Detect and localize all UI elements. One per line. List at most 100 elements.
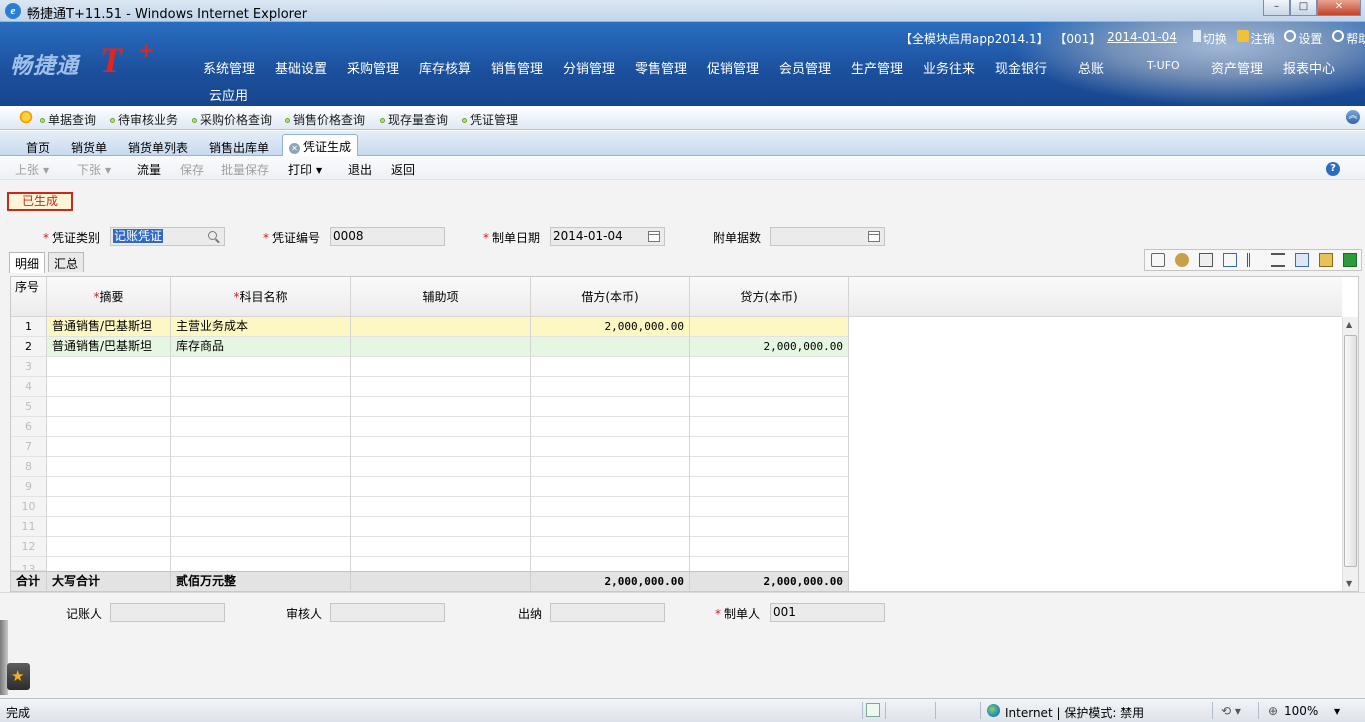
menu-promotion[interactable]: 促销管理: [707, 58, 759, 77]
menu-basic-settings[interactable]: 基础设置: [275, 58, 327, 77]
menu-retail[interactable]: 零售管理: [635, 58, 687, 77]
chevron-down-icon[interactable]: ▼: [1334, 707, 1340, 716]
back-button[interactable]: 返回: [391, 161, 415, 178]
attachments-field[interactable]: [770, 227, 885, 246]
paste-icon[interactable]: [1319, 253, 1333, 267]
insert-row-icon[interactable]: [1151, 253, 1165, 267]
settings-link[interactable]: 设置: [1298, 30, 1322, 47]
tab-voucher-generate[interactable]: ✕ 凭证生成: [282, 134, 359, 157]
table-cell-account[interactable]: 主营业务成本: [171, 317, 351, 337]
tab-sales-outbound[interactable]: 销售出库单: [203, 136, 275, 156]
menu-inventory[interactable]: 库存核算: [419, 58, 471, 77]
menu-purchase[interactable]: 采购管理: [347, 58, 399, 77]
quick-link-label: 销售价格查询: [293, 113, 366, 127]
logout-link[interactable]: 注销: [1251, 30, 1275, 47]
menu-reports[interactable]: 报表中心: [1283, 58, 1335, 77]
tab-sales-order-list[interactable]: 销货单列表: [122, 136, 194, 156]
tab-home[interactable]: 首页: [20, 136, 56, 156]
help-link[interactable]: 帮助: [1346, 30, 1365, 47]
help-icon[interactable]: ?: [1326, 162, 1340, 176]
table-cell-summary[interactable]: 普通销售/巴基斯坦: [47, 337, 171, 357]
scrollbar-thumb[interactable]: [1344, 335, 1357, 567]
next-record-button[interactable]: 下张 ▼: [77, 161, 111, 178]
table-cell-aux[interactable]: [351, 337, 531, 357]
print-button[interactable]: 打印 ▼: [288, 161, 322, 178]
quick-link-doc-query[interactable]: 单据查询: [40, 111, 96, 128]
sun-icon[interactable]: [18, 109, 34, 125]
maximize-button[interactable]: □: [1290, 0, 1317, 16]
search-icon[interactable]: [208, 231, 217, 240]
switch-link[interactable]: 切换: [1203, 30, 1227, 47]
quick-link-voucher-mgmt[interactable]: 凭证管理: [462, 111, 518, 128]
auditor-field[interactable]: [330, 603, 445, 622]
col-header-aux[interactable]: 辅助项: [351, 277, 531, 317]
security-zone[interactable]: Internet | 保护模式: 禁用: [1005, 704, 1144, 721]
menu-cash-bank[interactable]: 现金银行: [995, 58, 1047, 77]
maker-field[interactable]: 001: [770, 603, 885, 622]
table-cell-summary[interactable]: 普通销售/巴基斯坦: [47, 317, 171, 337]
voucher-type-field[interactable]: 记账凭证: [110, 227, 225, 246]
bookkeeper-field[interactable]: [110, 603, 225, 622]
table-cell-debit[interactable]: 2,000,000.00: [531, 317, 690, 337]
table-cell-credit[interactable]: [690, 317, 849, 337]
col-header-credit[interactable]: 贷方(本币): [690, 277, 849, 317]
grid-scrollbar[interactable]: ▲ ▼: [1342, 317, 1358, 591]
collapse-icon[interactable]: ︽: [1346, 110, 1360, 124]
menu-business[interactable]: 业务往来: [923, 58, 975, 77]
voucher-no-field[interactable]: 0008: [330, 227, 445, 246]
menu-assets[interactable]: 资产管理: [1211, 58, 1263, 77]
calendar-icon[interactable]: [868, 231, 880, 242]
quick-link-stock-query[interactable]: 现存量查询: [380, 111, 448, 128]
flow-button[interactable]: 流量: [137, 161, 161, 178]
menu-distribution[interactable]: 分销管理: [563, 58, 615, 77]
close-tab-icon[interactable]: ✕: [289, 143, 300, 154]
copy-icon[interactable]: [1295, 253, 1309, 267]
zoom-level[interactable]: 100%: [1284, 704, 1318, 718]
tab-sales-order[interactable]: 销货单: [65, 136, 113, 156]
table-cell-debit[interactable]: [531, 337, 690, 357]
menu-sales[interactable]: 销售管理: [491, 58, 543, 77]
close-button[interactable]: ✕: [1317, 0, 1361, 16]
col-header-debit[interactable]: 借方(本币): [531, 277, 690, 317]
menu-t-ufo[interactable]: T-UFO: [1147, 59, 1180, 72]
batch-save-button[interactable]: 批量保存: [221, 161, 269, 178]
scroll-down-icon[interactable]: ▼: [1346, 579, 1352, 588]
column-settings-icon[interactable]: [1223, 253, 1237, 267]
menu-general-ledger[interactable]: 总账: [1078, 58, 1104, 77]
make-date-field[interactable]: 2014-01-04: [550, 227, 665, 246]
voucher-type-value: 记账凭证: [113, 229, 164, 243]
swap-icon[interactable]: [1271, 253, 1285, 267]
table-cell-account[interactable]: 库存商品: [171, 337, 351, 357]
excel-export-icon[interactable]: [1343, 253, 1357, 267]
table-cell-aux[interactable]: [351, 317, 531, 337]
quick-link-sales-price[interactable]: 销售价格查询: [285, 111, 365, 128]
minimize-button[interactable]: –: [1263, 0, 1290, 16]
subtab-summary[interactable]: 汇总: [48, 252, 85, 272]
save-button[interactable]: 保存: [180, 161, 204, 178]
empty-rows-area[interactable]: [47, 357, 849, 571]
favorites-star-icon[interactable]: [7, 663, 30, 690]
protected-mode-icon[interactable]: ⟲ ▾: [1221, 704, 1241, 718]
scroll-up-icon[interactable]: ▲: [1346, 320, 1352, 329]
page-check-icon[interactable]: [866, 703, 880, 717]
divider: [862, 702, 863, 719]
menu-production[interactable]: 生产管理: [851, 58, 903, 77]
prev-record-button[interactable]: 上张 ▼: [15, 161, 49, 178]
col-header-account[interactable]: *科目名称: [171, 277, 351, 317]
calendar-icon[interactable]: [648, 231, 660, 242]
menu-system[interactable]: 系统管理: [203, 58, 255, 77]
quick-link-pending-audit[interactable]: 待审核业务: [110, 111, 178, 128]
menu-membership[interactable]: 会员管理: [779, 58, 831, 77]
exit-button[interactable]: 退出: [348, 161, 372, 178]
sort-icon[interactable]: [1247, 253, 1261, 267]
copy-row-icon[interactable]: [1199, 253, 1213, 267]
menu-cloud-apps[interactable]: 云应用: [209, 85, 248, 104]
cashier-field[interactable]: [550, 603, 665, 622]
col-header-summary[interactable]: *摘要: [47, 277, 171, 317]
delete-row-icon[interactable]: [1175, 253, 1189, 267]
table-cell-credit[interactable]: 2,000,000.00: [690, 337, 849, 357]
login-date-link[interactable]: 2014-01-04: [1107, 30, 1177, 44]
quick-link-purchase-price[interactable]: 采购价格查询: [192, 111, 272, 128]
browser-statusbar: 完成 Internet | 保护模式: 禁用 ⟲ ▾ ⊕ 100% ▼: [0, 698, 1365, 722]
subtab-detail[interactable]: 明细: [9, 252, 46, 273]
